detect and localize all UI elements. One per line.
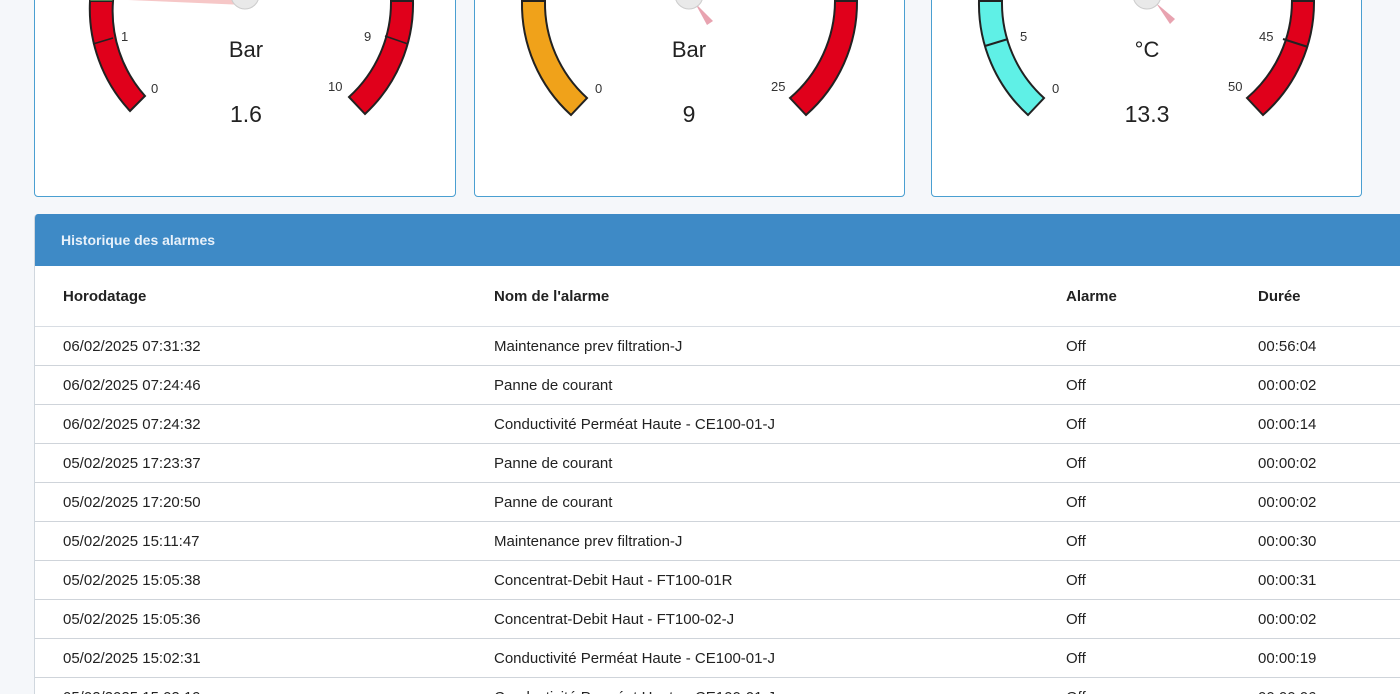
cell-duration: 00:00:02 bbox=[1257, 600, 1400, 639]
gauge-tick-label: 0 bbox=[595, 81, 602, 96]
table-row: 05/02/2025 15:05:36 Concentrat-Debit Hau… bbox=[35, 600, 1400, 639]
gauge-tick-label: 1 bbox=[121, 29, 128, 44]
cell-duration: 00:00:19 bbox=[1257, 639, 1400, 678]
cell-alarm-state: Off bbox=[1065, 522, 1257, 561]
gauge-tick-label: 5 bbox=[1020, 29, 1027, 44]
cell-timestamp: 05/02/2025 15:02:19 bbox=[35, 678, 494, 694]
cell-alarm-state: Off bbox=[1065, 561, 1257, 600]
panel-title: Historique des alarmes bbox=[35, 214, 1400, 266]
alarm-history-panel: Historique des alarmes Horodatage Nom de… bbox=[34, 214, 1400, 694]
column-header-duration[interactable]: Durée bbox=[1257, 266, 1400, 327]
cell-duration: 00:00:02 bbox=[1257, 483, 1400, 522]
cell-timestamp: 06/02/2025 07:24:32 bbox=[35, 405, 494, 444]
alarm-history-table: Horodatage Nom de l'alarme Alarme Durée … bbox=[35, 266, 1400, 694]
cell-timestamp: 05/02/2025 17:20:50 bbox=[35, 483, 494, 522]
gauge-value: 9 bbox=[609, 101, 769, 128]
cell-timestamp: 06/02/2025 07:31:32 bbox=[35, 327, 494, 366]
gauge-card-temperature: 5 0 45 50 °C 13.3 bbox=[931, 0, 1362, 197]
cell-duration: 00:00:02 bbox=[1257, 366, 1400, 405]
cell-alarm-state: Off bbox=[1065, 327, 1257, 366]
table-row: 05/02/2025 17:23:37 Panne de courant Off… bbox=[35, 444, 1400, 483]
table-row: 05/02/2025 15:11:47 Maintenance prev fil… bbox=[35, 522, 1400, 561]
cell-alarm-name: Conductivité Perméat Haute - CE100-01-J bbox=[494, 639, 1065, 678]
gauge-value: 1.6 bbox=[166, 101, 326, 128]
cell-duration: 00:00:02 bbox=[1257, 444, 1400, 483]
gauge-dial bbox=[932, 0, 1361, 196]
gauge-tick-label: 10 bbox=[328, 79, 342, 94]
cell-timestamp: 05/02/2025 15:05:36 bbox=[35, 600, 494, 639]
cell-alarm-state: Off bbox=[1065, 600, 1257, 639]
cell-duration: 00:56:04 bbox=[1257, 327, 1400, 366]
table-header-row: Horodatage Nom de l'alarme Alarme Durée bbox=[35, 266, 1400, 327]
cell-alarm-state: Off bbox=[1065, 483, 1257, 522]
cell-alarm-name: Panne de courant bbox=[494, 483, 1065, 522]
cell-alarm-state: Off bbox=[1065, 639, 1257, 678]
gauge-dial bbox=[35, 0, 455, 196]
gauge-tick-label: 0 bbox=[1052, 81, 1059, 96]
cell-duration: 00:00:06 bbox=[1257, 678, 1400, 694]
gauge-tick-label: 0 bbox=[151, 81, 158, 96]
cell-alarm-name: Maintenance prev filtration-J bbox=[494, 522, 1065, 561]
table-row: 06/02/2025 07:24:46 Panne de courant Off… bbox=[35, 366, 1400, 405]
gauge-unit: Bar bbox=[609, 37, 769, 63]
cell-alarm-state: Off bbox=[1065, 405, 1257, 444]
cell-duration: 00:00:30 bbox=[1257, 522, 1400, 561]
cell-timestamp: 05/02/2025 15:02:31 bbox=[35, 639, 494, 678]
gauge-tick-label: 45 bbox=[1259, 29, 1273, 44]
cell-alarm-name: Conductivité Perméat Haute - CE100-01-J bbox=[494, 678, 1065, 694]
column-header-alarm-name[interactable]: Nom de l'alarme bbox=[494, 266, 1065, 327]
cell-alarm-state: Off bbox=[1065, 678, 1257, 694]
gauge-tick-label: 50 bbox=[1228, 79, 1242, 94]
cell-timestamp: 06/02/2025 07:24:46 bbox=[35, 366, 494, 405]
cell-timestamp: 05/02/2025 15:05:38 bbox=[35, 561, 494, 600]
gauge-unit: °C bbox=[1067, 37, 1227, 63]
column-header-timestamp[interactable]: Horodatage bbox=[35, 266, 494, 327]
cell-timestamp: 05/02/2025 15:11:47 bbox=[35, 522, 494, 561]
gauge-dial bbox=[475, 0, 904, 196]
cell-alarm-name: Conductivité Perméat Haute - CE100-01-J bbox=[494, 405, 1065, 444]
cell-alarm-name: Concentrat-Debit Haut - FT100-01R bbox=[494, 561, 1065, 600]
cell-duration: 00:00:14 bbox=[1257, 405, 1400, 444]
table-row: 05/02/2025 15:02:31 Conductivité Perméat… bbox=[35, 639, 1400, 678]
table-row: 05/02/2025 15:02:19 Conductivité Perméat… bbox=[35, 678, 1400, 694]
gauge-tick-label: 25 bbox=[771, 79, 785, 94]
column-header-alarm-state[interactable]: Alarme bbox=[1065, 266, 1257, 327]
cell-alarm-state: Off bbox=[1065, 444, 1257, 483]
cell-alarm-name: Maintenance prev filtration-J bbox=[494, 327, 1065, 366]
table-row: 06/02/2025 07:31:32 Maintenance prev fil… bbox=[35, 327, 1400, 366]
gauge-card-pressure-2: 0 25 Bar 9 bbox=[474, 0, 905, 197]
cell-alarm-name: Panne de courant bbox=[494, 366, 1065, 405]
gauge-unit: Bar bbox=[166, 37, 326, 63]
cell-timestamp: 05/02/2025 17:23:37 bbox=[35, 444, 494, 483]
gauge-card-pressure-1: 1 0 9 10 Bar 1.6 bbox=[34, 0, 456, 197]
table-row: 05/02/2025 15:05:38 Concentrat-Debit Hau… bbox=[35, 561, 1400, 600]
gauge-value: 13.3 bbox=[1067, 101, 1227, 128]
table-row: 05/02/2025 17:20:50 Panne de courant Off… bbox=[35, 483, 1400, 522]
table-row: 06/02/2025 07:24:32 Conductivité Perméat… bbox=[35, 405, 1400, 444]
cell-alarm-name: Concentrat-Debit Haut - FT100-02-J bbox=[494, 600, 1065, 639]
cell-alarm-state: Off bbox=[1065, 366, 1257, 405]
cell-duration: 00:00:31 bbox=[1257, 561, 1400, 600]
cell-alarm-name: Panne de courant bbox=[494, 444, 1065, 483]
gauge-tick-label: 9 bbox=[364, 29, 371, 44]
